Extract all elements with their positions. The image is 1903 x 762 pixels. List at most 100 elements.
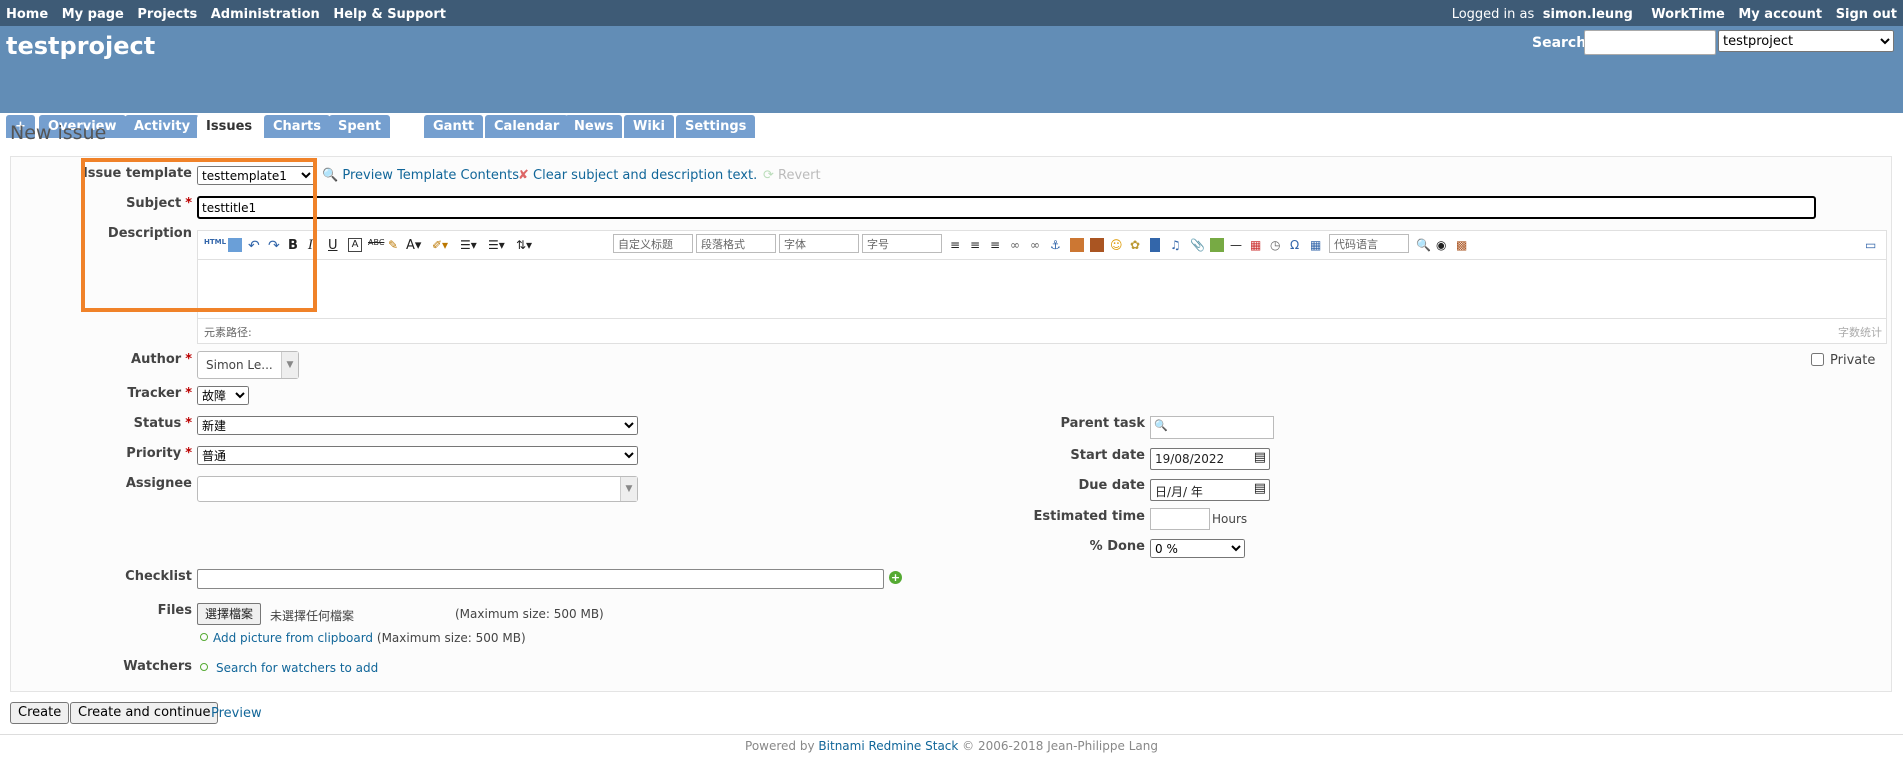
font-size-select[interactable]: 字号 (862, 234, 942, 253)
ordered-list-icon[interactable]: ☰▾ (460, 238, 477, 252)
assignee-select[interactable]: ▼ (197, 476, 638, 502)
code-language-select[interactable]: 代码语言 (1329, 234, 1409, 253)
clear-text-link[interactable]: ✘ Clear subject and description text. (518, 168, 757, 183)
image-icon[interactable] (1070, 238, 1084, 252)
emoticon-icon[interactable]: ☺ (1110, 238, 1124, 252)
table-icon[interactable]: ▦ (1310, 238, 1324, 252)
format-painter-icon[interactable]: ✎ (388, 238, 402, 252)
private-checkbox[interactable] (1811, 353, 1824, 366)
choose-file-button[interactable]: 選擇檔案 (197, 603, 262, 625)
create-and-continue-button[interactable]: Create and continue (70, 702, 219, 724)
author-select[interactable]: Simon Le... ▼ (197, 351, 299, 379)
tab-news[interactable]: News (565, 115, 623, 138)
tab-spent-time[interactable]: Spent time (329, 115, 390, 157)
align-right-icon[interactable]: ≡ (990, 238, 1004, 252)
calendar-icon[interactable]: ▤ (1254, 450, 1266, 465)
font-border-icon[interactable]: A (348, 238, 362, 252)
checklist-input[interactable] (197, 569, 884, 589)
clear-text-text[interactable]: Clear subject and description text. (533, 168, 757, 183)
add-picture-row: Add picture from clipboard (Maximum size… (200, 631, 526, 645)
footer-link[interactable]: Bitnami Redmine Stack (818, 739, 958, 753)
status-select[interactable]: 新建 (197, 416, 638, 435)
done-ratio-select[interactable]: 0 % (1150, 539, 1245, 558)
music-icon[interactable]: ♫ (1170, 238, 1184, 252)
project-jump-select[interactable]: testproject (1718, 30, 1894, 52)
myaccount-link[interactable]: My account (1738, 7, 1822, 22)
parent-task-input[interactable]: 🔍 (1150, 416, 1274, 439)
unordered-list-icon[interactable]: ☰▾ (488, 238, 505, 252)
custom-heading-select[interactable]: 自定义标题 (613, 234, 693, 253)
required-asterisk: * (185, 416, 192, 431)
bullet-icon (200, 633, 208, 641)
underline-icon[interactable]: U (328, 238, 342, 253)
line-height-icon[interactable]: ⇅▾ (516, 238, 532, 252)
preview-template-text[interactable]: Preview Template Contents (342, 168, 519, 183)
priority-select[interactable]: 普通 (197, 446, 638, 465)
nav-projects-link[interactable]: Projects (137, 7, 197, 22)
preview-link[interactable]: Preview (211, 706, 262, 721)
strikethrough-icon[interactable]: ABC (368, 238, 384, 252)
project-title[interactable]: testproject (6, 32, 155, 60)
align-center-icon[interactable]: ≡ (970, 238, 984, 252)
font-family-select[interactable]: 字体 (779, 234, 859, 253)
tab-calendar[interactable]: Calendar (485, 115, 569, 138)
username-link[interactable]: simon.leung (1543, 7, 1633, 22)
add-checklist-icon[interactable]: + (889, 571, 902, 584)
video-icon[interactable] (1150, 238, 1160, 252)
preview-template-link[interactable]: 🔍 Preview Template Contents (322, 168, 519, 183)
calendar-icon[interactable]: ▤ (1254, 481, 1266, 496)
private-label: Private (1830, 353, 1876, 368)
tab-wiki[interactable]: Wiki (624, 115, 674, 138)
font-color-icon[interactable]: A▾ (406, 238, 421, 253)
start-date-input[interactable]: 19/08/2022 ▤ (1150, 448, 1270, 470)
paragraph-format-select[interactable]: 段落格式 (696, 234, 776, 253)
multi-image-icon[interactable] (1090, 238, 1104, 252)
paste-icon[interactable]: ▩ (1456, 238, 1470, 252)
highlight-color-icon[interactable]: ✐▾ (432, 238, 448, 252)
private-option: Private (1811, 353, 1875, 368)
date-icon[interactable]: ▦ (1250, 238, 1264, 252)
fullscreen-icon[interactable]: ▭ (1865, 238, 1879, 252)
map-icon[interactable] (1210, 238, 1224, 252)
tab-issues[interactable]: Issues (197, 115, 262, 138)
estimated-time-input[interactable] (1150, 508, 1210, 530)
align-left-icon[interactable]: ≡ (950, 238, 964, 252)
search-watchers-link[interactable]: Search for watchers to add (216, 661, 378, 675)
subject-input[interactable] (197, 196, 1816, 219)
attachment-icon[interactable]: 📎 (1190, 238, 1205, 252)
time-icon[interactable]: ◷ (1270, 238, 1284, 252)
status-label-text: Status (133, 416, 182, 431)
nav-home-link[interactable]: Home (6, 7, 48, 22)
nav-help-link[interactable]: Help & Support (333, 7, 446, 22)
find-replace-icon[interactable]: ◉ (1436, 238, 1450, 252)
element-path: 元素路径: (204, 326, 252, 339)
priority-label: Priority * (60, 446, 192, 461)
unlink-icon[interactable]: ∞ (1030, 238, 1044, 252)
description-editor[interactable] (197, 259, 1887, 319)
signout-link[interactable]: Sign out (1836, 7, 1897, 22)
link-icon[interactable]: ∞ (1010, 238, 1024, 252)
nav-administration-link[interactable]: Administration (211, 7, 320, 22)
revert-text: Revert (778, 168, 821, 183)
footer-powered: Powered by (745, 739, 815, 753)
horizontal-rule-icon[interactable]: — (1230, 238, 1244, 252)
preview-icon[interactable]: 🔍 (1416, 238, 1431, 252)
search-input[interactable] (1584, 30, 1716, 55)
required-asterisk: * (185, 386, 192, 401)
revert-link[interactable]: ⟳ Revert (763, 168, 821, 183)
author-value: Simon Le... (206, 358, 273, 372)
scrawl-icon[interactable]: ✿ (1130, 238, 1144, 252)
worktime-link[interactable]: WorkTime (1651, 7, 1725, 22)
anchor-icon[interactable]: ⚓ (1050, 238, 1064, 252)
create-button[interactable]: Create (10, 702, 70, 724)
tracker-select[interactable]: 故障 (197, 386, 249, 405)
nav-mypage-link[interactable]: My page (62, 7, 124, 22)
tab-gantt[interactable]: Gantt (424, 115, 484, 138)
special-char-icon[interactable]: Ω (1290, 238, 1304, 252)
tab-settings[interactable]: Settings (676, 115, 756, 138)
tab-charts[interactable]: Charts (264, 115, 330, 138)
add-picture-link[interactable]: Add picture from clipboard (213, 631, 373, 645)
tab-activity[interactable]: Activity (125, 115, 200, 138)
due-date-input[interactable]: 日/月/ 年 ▤ (1150, 479, 1270, 501)
search-icon: 🔍 (1154, 419, 1168, 432)
